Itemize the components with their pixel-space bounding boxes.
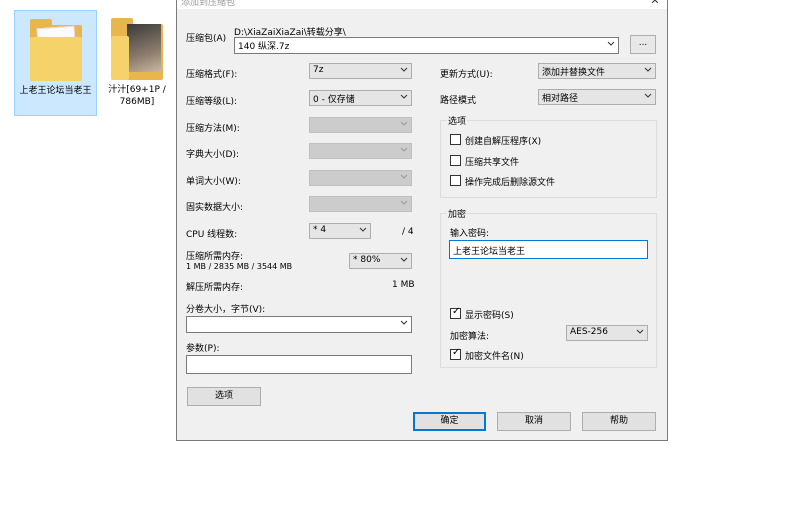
chevron-down-icon bbox=[636, 329, 644, 334]
help-button[interactable]: 帮助 bbox=[582, 412, 656, 431]
sfx-label: 创建自解压程序(X) bbox=[465, 137, 542, 147]
chevron-down-icon bbox=[400, 174, 408, 179]
format-select[interactable]: 7z bbox=[309, 63, 412, 79]
shared-label: 压缩共享文件 bbox=[465, 158, 520, 168]
dialog-title: 添加到压缩包 bbox=[181, 0, 236, 8]
ok-button[interactable]: 确定 bbox=[413, 412, 486, 431]
show-password-label: 显示密码(S) bbox=[465, 311, 514, 321]
archive-name-combo[interactable]: 140 纵深.7z bbox=[234, 37, 619, 54]
desktop-folder-label: 上老王论坛当老王 bbox=[19, 86, 92, 96]
chevron-down-icon bbox=[644, 67, 652, 72]
chevron-down-icon bbox=[400, 147, 408, 152]
chevron-down-icon bbox=[644, 93, 652, 98]
encryption-group-title: 加密 bbox=[447, 207, 468, 220]
mem-percent-value: * 80% bbox=[353, 255, 381, 265]
cpu-total: / 4 bbox=[402, 227, 414, 237]
desktop-folder-1[interactable]: 上老王论坛当老王 bbox=[14, 10, 97, 116]
chevron-down-icon bbox=[400, 320, 408, 325]
shared-checkbox[interactable] bbox=[450, 155, 461, 166]
password-input[interactable]: 上老王论坛当老王 bbox=[449, 240, 648, 259]
encrypt-names-checkbox[interactable]: ✓ bbox=[450, 347, 461, 360]
enc-method-label: 加密算法: bbox=[450, 332, 490, 342]
format-value: 7z bbox=[313, 65, 324, 75]
solid-select[interactable] bbox=[309, 196, 412, 212]
options-group-title: 选项 bbox=[447, 114, 468, 127]
close-button[interactable]: ✕ bbox=[643, 0, 667, 9]
level-select[interactable]: 0 - 仅存储 bbox=[309, 90, 412, 106]
cpu-label: CPU 线程数: bbox=[186, 230, 238, 240]
method-select[interactable] bbox=[309, 117, 412, 133]
mem-decomp-label: 解压所需内存: bbox=[186, 283, 244, 293]
options-button[interactable]: 选项 bbox=[187, 387, 261, 406]
chevron-down-icon bbox=[400, 257, 408, 262]
format-label: 压缩格式(F): bbox=[186, 70, 238, 80]
sfx-checkbox[interactable] bbox=[450, 134, 461, 145]
cpu-select[interactable]: * 4 bbox=[309, 223, 371, 239]
archive-label: 压缩包(A) bbox=[186, 34, 227, 44]
word-select[interactable] bbox=[309, 170, 412, 186]
title-bar: 添加到压缩包 ✕ bbox=[177, 0, 667, 9]
path-mode-select[interactable]: 相对路径 bbox=[538, 89, 656, 105]
chevron-down-icon bbox=[359, 227, 367, 232]
update-label: 更新方式(U): bbox=[440, 70, 493, 80]
dict-label: 字典大小(D): bbox=[186, 150, 239, 160]
archive-name-value: 140 纵深.7z bbox=[238, 42, 290, 52]
folder-icon bbox=[111, 18, 163, 80]
folder-icon bbox=[29, 19, 82, 81]
dict-select[interactable] bbox=[309, 143, 412, 159]
password-label: 输入密码: bbox=[450, 229, 490, 239]
mem-decomp-value: 1 MB bbox=[392, 280, 415, 290]
mem-percent-select[interactable]: * 80% bbox=[349, 253, 412, 269]
cpu-value: * 4 bbox=[313, 225, 327, 235]
path-mode-value: 相对路径 bbox=[542, 94, 579, 104]
params-input[interactable] bbox=[186, 355, 412, 374]
path-mode-label: 路径模式 bbox=[440, 96, 477, 106]
level-value: 0 - 仅存储 bbox=[313, 95, 355, 105]
delete-checkbox[interactable] bbox=[450, 175, 461, 186]
chevron-down-icon bbox=[400, 67, 408, 72]
split-size-combo[interactable] bbox=[186, 316, 412, 333]
cancel-button[interactable]: 取消 bbox=[497, 412, 571, 431]
split-label: 分卷大小，字节(V): bbox=[186, 305, 266, 315]
desktop-folder-2[interactable]: 汁汁[69+1P / 786MB] bbox=[104, 10, 170, 116]
enc-method-select[interactable]: AES-256 bbox=[566, 325, 648, 341]
update-select[interactable]: 添加并替换文件 bbox=[538, 63, 656, 79]
add-to-archive-dialog: 添加到压缩包 ✕ 压缩包(A) D:\XiaZaiXiaZai\转载分享\ 14… bbox=[176, 0, 668, 441]
mem-comp-label: 压缩所需内存: bbox=[186, 252, 244, 262]
mem-comp-detail: 1 MB / 2835 MB / 3544 MB bbox=[186, 262, 293, 271]
update-value: 添加并替换文件 bbox=[542, 68, 606, 78]
password-value: 上老王论坛当老王 bbox=[453, 247, 526, 257]
chevron-down-icon bbox=[400, 121, 408, 126]
params-label: 参数(P): bbox=[186, 344, 220, 354]
solid-label: 固实数据大小: bbox=[186, 203, 244, 213]
encrypt-names-label: 加密文件名(N) bbox=[465, 352, 524, 362]
desktop-folder-label: 汁汁[69+1P / 786MB] bbox=[108, 85, 166, 107]
level-label: 压缩等级(L): bbox=[186, 97, 238, 107]
chevron-down-icon bbox=[400, 94, 408, 99]
word-label: 单词大小(W): bbox=[186, 177, 241, 187]
method-label: 压缩方法(M): bbox=[186, 124, 240, 134]
enc-method-value: AES-256 bbox=[570, 327, 608, 337]
show-password-checkbox[interactable]: ✓ bbox=[450, 306, 461, 319]
chevron-down-icon bbox=[607, 41, 615, 46]
chevron-down-icon bbox=[400, 200, 408, 205]
browse-button[interactable]: ... bbox=[630, 35, 656, 54]
delete-label: 操作完成后删除源文件 bbox=[465, 178, 556, 188]
